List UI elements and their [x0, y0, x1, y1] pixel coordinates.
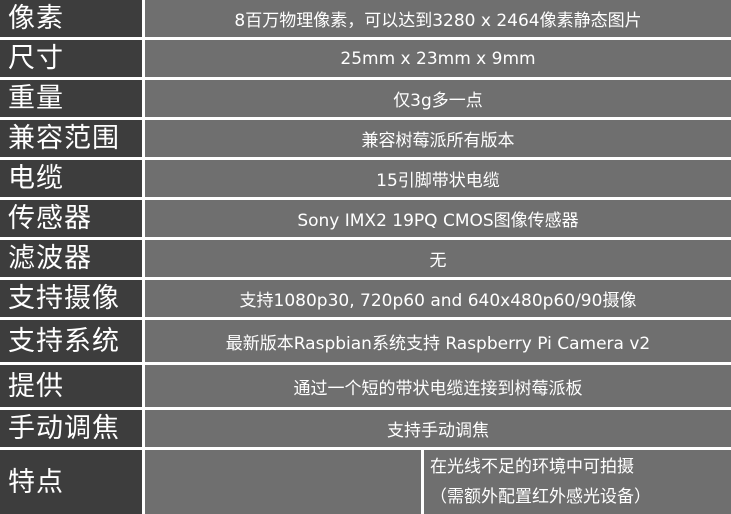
- spec-value-note: 在光线不足的环境中可拍摄 （需额外配置红外感光设备）: [424, 450, 731, 514]
- spec-value-empty: [145, 450, 421, 514]
- spec-row-cable: 电缆 15引脚带状电缆: [0, 160, 731, 197]
- spec-label: 手动调焦: [0, 410, 142, 447]
- spec-label: 支持系统: [0, 320, 142, 362]
- spec-row-features: 特点 在光线不足的环境中可拍摄 （需额外配置红外感光设备）: [0, 450, 731, 514]
- spec-value: 15引脚带状电缆: [145, 160, 731, 197]
- spec-row-filter: 滤波器 无: [0, 240, 731, 277]
- spec-row-pixels: 像素 8百万物理像素，可以达到3280 x 2464像素静态图片: [0, 0, 731, 37]
- spec-value: 支持手动调焦: [145, 410, 731, 447]
- spec-row-sensor: 传感器 Sony IMX2 19PQ CMOS图像传感器: [0, 200, 731, 237]
- spec-row-video: 支持摄像 支持1080p30, 720p60 and 640x480p60/90…: [0, 280, 731, 317]
- spec-value: 仅3g多一点: [145, 80, 731, 117]
- spec-label: 尺寸: [0, 40, 142, 77]
- spec-label: 兼容范围: [0, 120, 142, 157]
- spec-label: 滤波器: [0, 240, 142, 277]
- spec-value: Sony IMX2 19PQ CMOS图像传感器: [145, 200, 731, 237]
- spec-value: 25mm x 23mm x 9mm: [145, 40, 731, 77]
- spec-row-os: 支持系统 最新版本Raspbian系统支持 Raspberry Pi Camer…: [0, 320, 731, 362]
- spec-row-provides: 提供 通过一个短的带状电缆连接到树莓派板: [0, 365, 731, 407]
- spec-value: 最新版本Raspbian系统支持 Raspberry Pi Camera v2: [145, 320, 731, 362]
- spec-value: 兼容树莓派所有版本: [145, 120, 731, 157]
- spec-label: 支持摄像: [0, 280, 142, 317]
- spec-row-manual-focus: 手动调焦 支持手动调焦: [0, 410, 731, 447]
- spec-row-compatibility: 兼容范围 兼容树莓派所有版本: [0, 120, 731, 157]
- feature-note-line1: 在光线不足的环境中可拍摄: [430, 457, 634, 477]
- spec-table: 像素 8百万物理像素，可以达到3280 x 2464像素静态图片 尺寸 25mm…: [0, 0, 731, 514]
- spec-label: 传感器: [0, 200, 142, 237]
- spec-value: 支持1080p30, 720p60 and 640x480p60/90摄像: [145, 280, 731, 317]
- spec-label: 像素: [0, 0, 142, 37]
- spec-label: 特点: [0, 450, 142, 514]
- spec-value: 8百万物理像素，可以达到3280 x 2464像素静态图片: [145, 0, 731, 37]
- spec-label: 电缆: [0, 160, 142, 197]
- spec-value: 无: [145, 240, 731, 277]
- spec-label: 重量: [0, 80, 142, 117]
- spec-value: 通过一个短的带状电缆连接到树莓派板: [145, 365, 731, 407]
- feature-note-line2: （需额外配置红外感光设备）: [430, 487, 651, 507]
- spec-label: 提供: [0, 365, 142, 407]
- spec-row-weight: 重量 仅3g多一点: [0, 80, 731, 117]
- spec-row-size: 尺寸 25mm x 23mm x 9mm: [0, 40, 731, 77]
